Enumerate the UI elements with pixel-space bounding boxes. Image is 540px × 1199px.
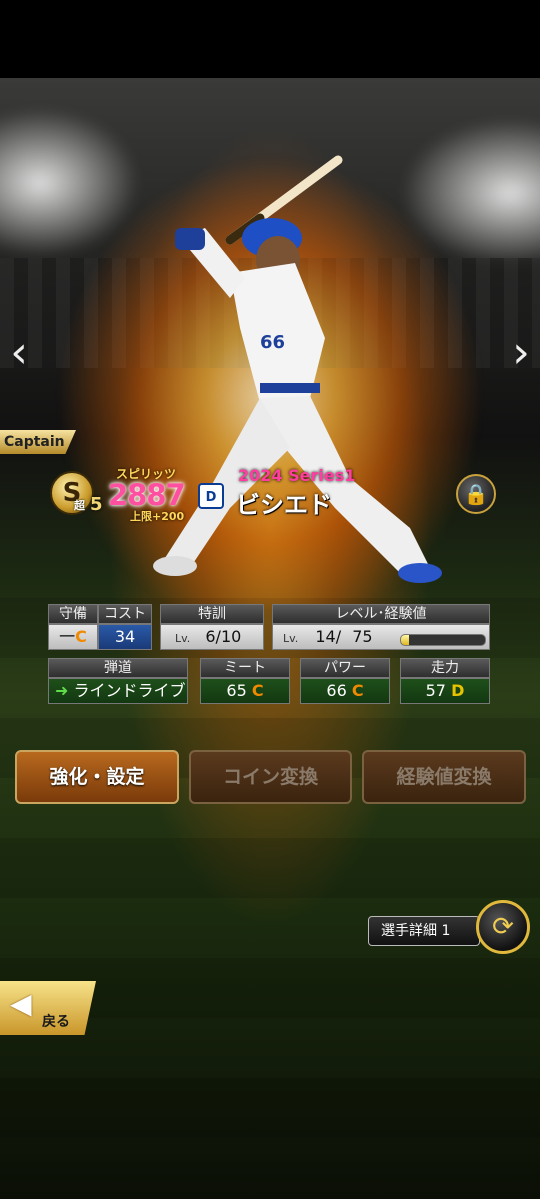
chevron-right-icon: › bbox=[512, 327, 530, 378]
level-max: 75 bbox=[352, 627, 373, 646]
position-value: 一C bbox=[48, 624, 98, 650]
position-grade: C bbox=[75, 627, 87, 646]
level-value: 14/ bbox=[315, 627, 342, 646]
swap-icon: ⟳ bbox=[492, 912, 514, 942]
training-lv-label: Lv. bbox=[175, 632, 191, 645]
trajectory-value-cell: ➜ ラインドライブ bbox=[48, 678, 188, 704]
lock-button[interactable]: 🔒 bbox=[456, 474, 496, 514]
lock-icon: 🔒 bbox=[463, 482, 489, 506]
training-value: 6/10 bbox=[205, 627, 242, 646]
player-name: ビシエド bbox=[236, 491, 332, 519]
meet-value-cell: 65 C bbox=[200, 678, 290, 704]
rank-badge: S bbox=[50, 471, 94, 515]
status-bar bbox=[0, 0, 540, 78]
rank-prefix: 超 bbox=[74, 499, 85, 512]
level-lv-label: Lv. bbox=[283, 632, 299, 645]
cost-value: 34 bbox=[98, 624, 152, 650]
level-header: レベル･経験値 bbox=[272, 604, 490, 624]
svg-text:66: 66 bbox=[260, 332, 285, 353]
back-label: 戻る bbox=[42, 1014, 70, 1030]
prev-card-button[interactable]: ‹ bbox=[4, 330, 34, 376]
rank-level: 5 bbox=[90, 494, 103, 515]
cost-header: コスト bbox=[98, 604, 152, 624]
power-grade: C bbox=[351, 681, 364, 700]
captain-tag: Captain bbox=[0, 430, 76, 454]
training-value-cell: Lv. 6/10 bbox=[160, 624, 264, 650]
position-header: 守備 bbox=[48, 604, 98, 624]
meet-grade: C bbox=[251, 681, 264, 700]
power-value: 66 bbox=[326, 681, 347, 700]
meet-header: ミート bbox=[200, 658, 290, 678]
coin-convert-button[interactable]: コイン変換 bbox=[189, 750, 352, 804]
speed-grade: D bbox=[451, 681, 465, 700]
training-header: 特訓 bbox=[160, 604, 264, 624]
meet-value: 65 bbox=[226, 681, 247, 700]
spirit-limit: 上限+200 bbox=[130, 510, 185, 523]
trajectory-header: 弾道 bbox=[48, 658, 188, 678]
team-logo: D bbox=[198, 483, 224, 509]
trajectory-value: ラインドライブ bbox=[73, 681, 186, 700]
spirit-value: 2887 bbox=[108, 478, 186, 512]
exp-progress-fill bbox=[401, 635, 410, 645]
power-header: パワー bbox=[300, 658, 390, 678]
speed-value-cell: 57 D bbox=[400, 678, 490, 704]
back-button[interactable]: ◀ 戻る bbox=[0, 981, 96, 1035]
enhance-button[interactable]: 強化・設定 bbox=[15, 750, 179, 804]
power-value-cell: 66 C bbox=[300, 678, 390, 704]
series-label: 2024 Series1 bbox=[238, 466, 356, 485]
detail-switch-button[interactable]: ⟳ bbox=[476, 900, 530, 954]
next-card-button[interactable]: › bbox=[506, 330, 536, 376]
back-arrow-icon: ◀ bbox=[10, 987, 32, 1020]
speed-value: 57 bbox=[425, 681, 446, 700]
grass-stripe bbox=[0, 838, 540, 898]
exp-convert-button[interactable]: 経験値変換 bbox=[362, 750, 526, 804]
speed-header: 走力 bbox=[400, 658, 490, 678]
exp-progress-bar bbox=[400, 634, 486, 646]
grass-stripe bbox=[0, 1078, 540, 1138]
player-detail-button[interactable]: 選手詳細 1 bbox=[368, 916, 480, 946]
arrow-right-icon: ➜ bbox=[55, 681, 69, 700]
position-text: 一 bbox=[59, 627, 76, 646]
chevron-left-icon: ‹ bbox=[10, 327, 28, 378]
